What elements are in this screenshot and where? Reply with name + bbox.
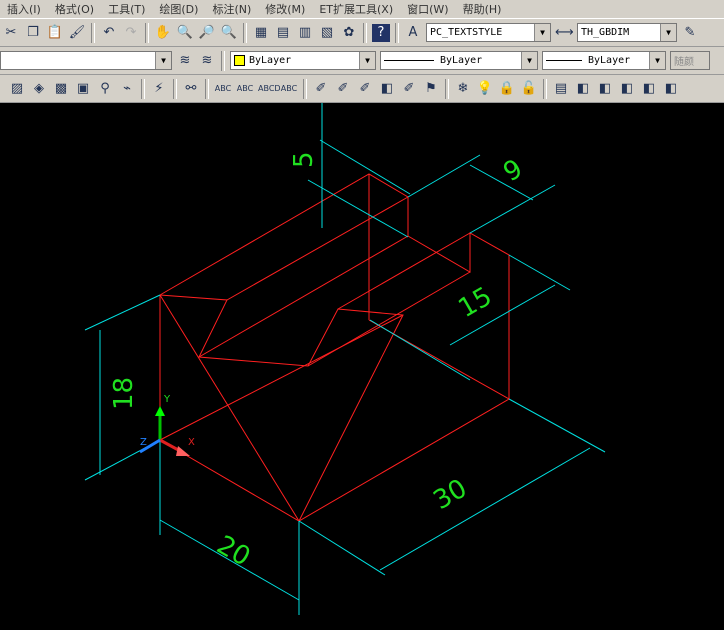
text-abc-icon[interactable]: ABC [214,80,232,98]
view-icon[interactable]: ▤ [552,80,570,98]
menu-bar: 插入(I) 格式(O) 工具(T) 绘图(D) 标注(N) 修改(M) ET扩展… [0,0,724,18]
menu-insert[interactable]: 插入(I) [7,1,41,17]
pan-icon[interactable]: ✋ [154,24,172,42]
standard-toolbar: ✂ ❐ 📋 🖌 ↶ ↷ ✋ 🔍 🔎 🔍 ▦ ▤ ▥ ▧ ✿ ? A PC_TEX… [0,18,724,47]
ucs-z-label: Z [140,437,147,448]
chevron-down-icon: ▼ [660,24,676,41]
color-select[interactable]: ByLayer ▼ [230,51,376,70]
chevron-down-icon: ▼ [534,24,550,41]
view-left-icon[interactable]: ◧ [618,80,636,98]
dim-20: 20 [212,530,256,573]
unlock-icon[interactable]: 🔓 [520,80,538,98]
ucs-x-label: X [188,437,195,448]
menu-et-tools[interactable]: ET扩展工具(X) [319,1,393,17]
tools-toolbar: ▨ ◈ ▩ ▣ ⚲ ⌁ ⚡ ⚯ ABC ABC ABCD ABC ✐ ✐ ✐ ◧… [0,75,724,103]
ucs-y-label: Y [163,394,171,405]
zoom-window-icon[interactable]: 🔎 [198,24,216,42]
block-editor-icon[interactable]: ▨ [8,80,26,98]
layer-stack-icon[interactable]: ◧ [378,80,396,98]
view-front-icon[interactable]: ◧ [596,80,614,98]
dim-15: 15 [454,282,498,325]
text-frame-icon[interactable]: ABC [236,80,254,98]
quick-select-icon[interactable]: ⚡ [150,80,168,98]
text-arc-icon[interactable]: ABC [280,80,298,98]
design-center-icon[interactable]: ▤ [274,24,292,42]
view-top-icon[interactable]: ◧ [574,80,592,98]
copy-icon[interactable]: ❐ [24,24,42,42]
redo-icon[interactable]: ↷ [122,24,140,42]
drawing-canvas[interactable]: 5 9 15 18 20 30 Y X Z [0,103,724,630]
menu-modify[interactable]: 修改(M) [265,1,305,17]
ucs-icon: Y X Z [139,394,195,456]
freeze-icon[interactable]: ❄ [454,80,472,98]
cut-icon[interactable]: ✂ [2,24,20,42]
layer-manager-icon[interactable]: ≋ [176,52,194,70]
view-back-icon[interactable]: ◧ [662,80,680,98]
chevron-down-icon: ▼ [521,52,537,69]
layer-tool-1-icon[interactable]: ✐ [312,80,330,98]
menu-help[interactable]: 帮助(H) [463,1,502,17]
text-style-icon[interactable]: A [404,24,422,42]
chevron-down-icon: ▼ [155,52,171,69]
table-style-icon[interactable]: ✎ [681,24,699,42]
tool-palettes-icon[interactable]: ▥ [296,24,314,42]
part-geometry [159,173,510,522]
menu-dimension[interactable]: 标注(N) [212,1,251,17]
markup-icon[interactable]: ✿ [340,24,358,42]
menu-window[interactable]: 窗口(W) [407,1,448,17]
chevron-down-icon: ▼ [649,52,665,69]
dim-5: 5 [289,151,319,168]
layer-tool-3-icon[interactable]: ✐ [356,80,374,98]
attribute-icon[interactable]: ◈ [30,80,48,98]
menu-format[interactable]: 格式(O) [55,1,94,17]
layer-select[interactable]: ▼ [0,51,172,70]
properties-toolbar: ▼ ≋ ≋ ByLayer ▼ ByLayer ▼ ByLayer ▼ 随颜 [0,47,724,75]
zoom-previous-icon[interactable]: 🔍 [220,24,238,42]
linetype-select[interactable]: ByLayer ▼ [380,51,538,70]
help-icon[interactable]: ? [372,23,390,42]
dim-style-select[interactable]: TH_GBDIM ▼ [577,23,677,42]
dim-style-icon[interactable]: ⟷ [555,24,574,42]
dim-30: 30 [429,474,473,517]
plot-style-select[interactable]: 随颜 [670,51,710,70]
menu-draw[interactable]: 绘图(D) [159,1,198,17]
menu-tools[interactable]: 工具(T) [108,1,145,17]
bulb-icon[interactable]: 💡 [476,80,494,98]
zoom-realtime-icon[interactable]: 🔍 [176,24,194,42]
hatch-icon[interactable]: ▩ [52,80,70,98]
lineweight-select[interactable]: ByLayer ▼ [542,51,666,70]
group-icon[interactable]: ⚯ [182,80,200,98]
text-fit-icon[interactable]: ABCD [258,80,281,98]
layer-tool-2-icon[interactable]: ✐ [334,80,352,98]
lock-icon[interactable]: 🔒 [498,80,516,98]
layer-walk-icon[interactable]: ⚑ [422,80,440,98]
match-properties-icon[interactable]: 🖌 [68,24,86,42]
undo-icon[interactable]: ↶ [100,24,118,42]
paste-icon[interactable]: 📋 [46,24,64,42]
dim-18: 18 [109,377,139,410]
layer-tool-5-icon[interactable]: ✐ [400,80,418,98]
chevron-down-icon: ▼ [359,52,375,69]
view-right-icon[interactable]: ◧ [640,80,658,98]
properties-icon[interactable]: ▦ [252,24,270,42]
sheet-set-icon[interactable]: ▧ [318,24,336,42]
break-icon[interactable]: ⌁ [118,80,136,98]
find-icon[interactable]: ⚲ [96,80,114,98]
text-style-select[interactable]: PC_TEXTSTYLE ▼ [426,23,551,42]
layer-previous-icon[interactable]: ≋ [198,52,216,70]
gradient-icon[interactable]: ▣ [74,80,92,98]
